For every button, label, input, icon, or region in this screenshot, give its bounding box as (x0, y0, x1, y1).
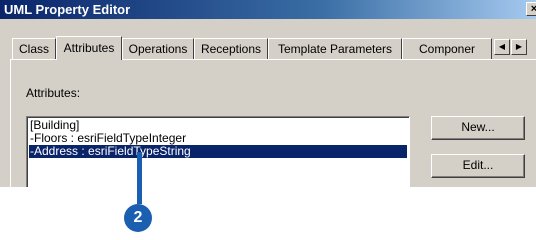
attributes-list[interactable]: [Building] -Floors : esriFieldTypeIntege… (26, 116, 410, 187)
tab-label: Attributes (63, 41, 115, 55)
tab-strip: Class Attributes Operations Receptions T… (0, 36, 536, 60)
tab-label: Receptions (200, 42, 262, 56)
close-icon[interactable]: × (526, 2, 536, 16)
window-title: UML Property Editor (4, 2, 131, 17)
tab-attributes[interactable]: Attributes (56, 36, 122, 60)
list-item-selected[interactable]: -Address : esriFieldTypeString (29, 145, 407, 158)
tab-label: Operations (128, 42, 188, 56)
attributes-label: Attributes: (26, 86, 81, 100)
tab-class[interactable]: Class (12, 38, 56, 59)
new-button[interactable]: New... (431, 116, 525, 140)
tab-label: Template Parameters (277, 42, 393, 56)
callout-line (137, 152, 142, 204)
tab-template-parameters[interactable]: Template Parameters (268, 38, 402, 59)
uml-property-editor-dialog: UML Property Editor × Class Attributes O… (0, 0, 536, 187)
tab-components[interactable]: Componer (402, 38, 492, 59)
step-callout-badge: 2 (124, 204, 152, 232)
tab-label: Componer (418, 42, 476, 56)
scroll-left-icon[interactable]: ◀ (494, 39, 510, 55)
tab-operations[interactable]: Operations (122, 38, 194, 59)
edit-button[interactable]: Edit... (431, 154, 525, 178)
tab-receptions[interactable]: Receptions (194, 38, 268, 59)
title-bar[interactable]: UML Property Editor × (0, 0, 536, 19)
scroll-right-icon[interactable]: ▶ (511, 39, 527, 55)
tab-label: Class (18, 42, 49, 56)
